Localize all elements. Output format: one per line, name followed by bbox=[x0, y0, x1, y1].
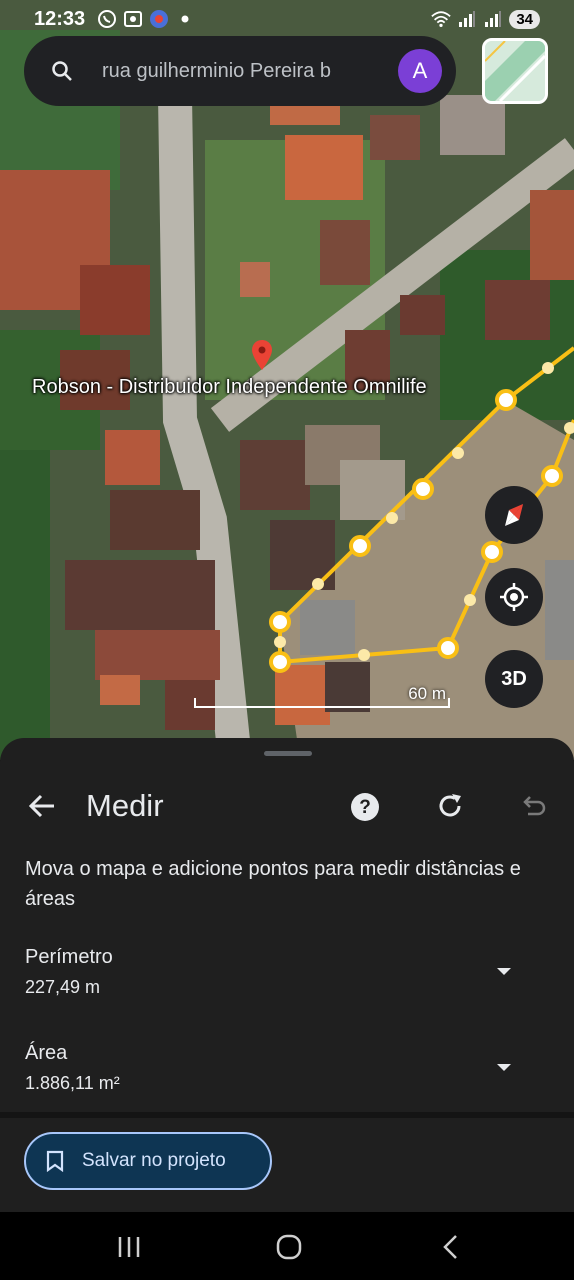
search-input[interactable]: rua guilherminio Pereira b bbox=[102, 60, 382, 83]
page-title: Medir bbox=[86, 788, 164, 823]
area-label: Área bbox=[25, 1042, 68, 1064]
help-icon[interactable]: ? bbox=[350, 792, 380, 822]
sheet-header: Medir ? bbox=[0, 778, 574, 834]
measure-sheet: Medir ? Mova o mapa e adicione pontos pa… bbox=[0, 738, 574, 1212]
refresh-icon[interactable] bbox=[436, 792, 464, 820]
status-bar: 12:33 34 bbox=[0, 0, 574, 38]
wifi-icon bbox=[431, 9, 452, 29]
svg-text:?: ? bbox=[359, 797, 371, 818]
avatar[interactable]: A bbox=[398, 49, 442, 93]
map-thumbnail-icon bbox=[485, 41, 545, 101]
divider bbox=[0, 1112, 574, 1118]
perimeter-value: 227,49 m bbox=[25, 977, 101, 997]
screenshot-icon bbox=[123, 9, 143, 29]
home-icon[interactable] bbox=[274, 1232, 304, 1262]
save-button-label: Salvar no projeto bbox=[82, 1150, 226, 1171]
area-row[interactable]: Área 1.886,11 m² bbox=[25, 1042, 545, 1094]
undo-icon[interactable] bbox=[520, 792, 546, 818]
my-location-icon[interactable] bbox=[485, 568, 543, 626]
back-arrow-icon[interactable] bbox=[28, 792, 56, 820]
signal-icon bbox=[483, 9, 503, 29]
system-nav-bar bbox=[0, 1212, 574, 1280]
perimeter-row[interactable]: Perímetro 227,49 m bbox=[25, 946, 545, 998]
compass-icon[interactable] bbox=[485, 486, 543, 544]
signal-icon bbox=[457, 9, 477, 29]
back-icon[interactable] bbox=[436, 1232, 466, 1262]
chevron-down-icon[interactable] bbox=[497, 1064, 511, 1071]
layers-button[interactable] bbox=[482, 38, 548, 104]
whatsapp-icon bbox=[97, 9, 117, 29]
dot-icon bbox=[175, 9, 195, 29]
sheet-handle[interactable] bbox=[264, 751, 312, 756]
scale-bar bbox=[194, 698, 450, 708]
recent-apps-icon[interactable] bbox=[114, 1232, 144, 1262]
bookmark-icon bbox=[46, 1150, 64, 1172]
instruction-text: Mova o mapa e adicione pontos para medir… bbox=[25, 858, 521, 910]
status-time: 12:33 bbox=[34, 7, 86, 30]
app-icon bbox=[149, 9, 169, 29]
battery-indicator: 34 bbox=[509, 9, 540, 29]
search-bar[interactable]: rua guilherminio Pereira b A bbox=[24, 36, 456, 106]
3d-button[interactable]: 3D bbox=[485, 650, 543, 708]
area-value: 1.886,11 m² bbox=[25, 1073, 120, 1093]
chevron-down-icon[interactable] bbox=[497, 968, 511, 975]
place-label[interactable]: Robson - Distribuidor Independente Omnil… bbox=[32, 376, 427, 399]
map-scale: 60 m bbox=[194, 684, 450, 712]
place-pin-icon[interactable] bbox=[252, 340, 272, 370]
map-view[interactable]: Robson - Distribuidor Independente Omnil… bbox=[0, 0, 574, 760]
save-to-project-button[interactable]: Salvar no projeto bbox=[24, 1132, 272, 1190]
perimeter-label: Perímetro bbox=[25, 946, 113, 968]
search-icon[interactable] bbox=[50, 59, 74, 83]
